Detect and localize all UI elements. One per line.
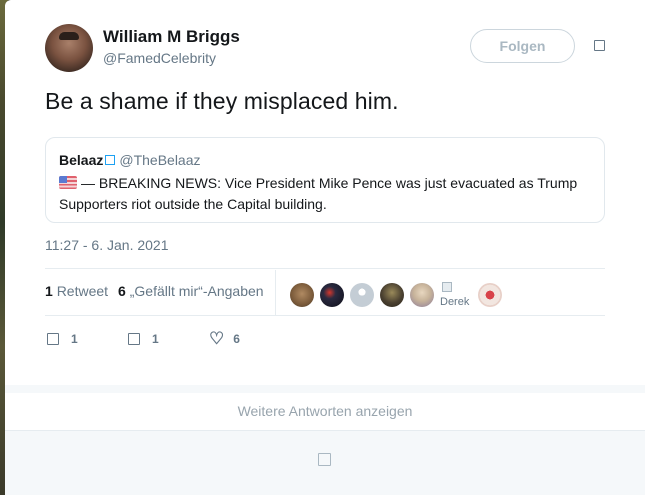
verified-badge-icon: [105, 155, 116, 165]
liker-avatar[interactable]: [410, 283, 434, 307]
reply-count: 1: [71, 331, 78, 346]
like-stat[interactable]: 6 „Gefällt mir“-Angaben: [118, 283, 264, 299]
liker-avatar[interactable]: [350, 283, 374, 307]
author-avatar[interactable]: [45, 24, 93, 72]
liker-avatar[interactable]: [478, 283, 502, 307]
like-button[interactable]: ♡ 6: [209, 330, 290, 347]
tweet-card: William M Briggs @FamedCelebrity Folgen …: [5, 0, 645, 385]
retweet-stat[interactable]: 1 Retweet: [45, 283, 108, 299]
tweet-text: Be a shame if they misplaced him.: [45, 88, 399, 114]
more-options-icon[interactable]: [594, 40, 605, 51]
quoted-tweet[interactable]: Belaaz @TheBelaaz — BREAKING NEWS: Vice …: [45, 137, 605, 223]
retweet-button[interactable]: 1: [128, 330, 209, 347]
quoted-tweet-text: — BREAKING NEWS: Vice President Mike Pen…: [59, 173, 599, 215]
retweet-stat-count: 1: [45, 283, 53, 299]
liker-avatar-broken[interactable]: Derek: [440, 280, 472, 310]
broken-image-icon: [442, 282, 452, 292]
more-replies-section: Weitere Antworten anzeigen: [5, 385, 645, 430]
retweet-stat-label: Retweet: [56, 283, 109, 299]
retweet-icon: [128, 332, 140, 345]
liker-avatar[interactable]: [320, 283, 344, 307]
tweet-timestamp[interactable]: 11:27 - 6. Jan. 2021: [45, 237, 169, 253]
heart-icon: ♡: [209, 329, 225, 348]
quoted-tweet-header: Belaaz @TheBelaaz: [59, 152, 201, 168]
liker-avatars: Derek: [290, 280, 502, 310]
like-count: 6: [233, 331, 240, 346]
author-handle[interactable]: @FamedCelebrity: [103, 50, 216, 66]
quoted-author-handle: @TheBelaaz: [119, 152, 201, 168]
like-stat-count: 6: [118, 283, 126, 299]
author-name[interactable]: William M Briggs: [103, 27, 240, 47]
follow-button[interactable]: Folgen: [470, 29, 575, 63]
reply-icon: [47, 332, 59, 345]
quoted-author-name: Belaaz: [59, 152, 104, 168]
liker-avatar[interactable]: [290, 283, 314, 307]
tweet-stats: 1 Retweet 6 „Gefällt mir“-Angaben: [45, 283, 264, 299]
more-replies-link[interactable]: Weitere Antworten anzeigen: [5, 403, 645, 419]
like-stat-label: „Gefällt mir“-Angaben: [129, 283, 264, 299]
us-flag-icon: [59, 176, 77, 189]
stats-bottom-divider: [45, 315, 605, 316]
reply-button[interactable]: 1: [47, 330, 128, 347]
stats-top-divider: [45, 268, 605, 269]
liker-name: Derek: [440, 296, 470, 308]
quoted-tweet-body: — BREAKING NEWS: Vice President Mike Pen…: [59, 175, 578, 212]
retweet-count: 1: [152, 331, 159, 346]
footer-bar: [5, 430, 645, 495]
footer-icon[interactable]: [318, 453, 331, 466]
tweet-actions: 1 1 ♡ 6: [47, 330, 290, 347]
liker-avatar[interactable]: [380, 283, 404, 307]
stats-separator: [275, 270, 276, 315]
